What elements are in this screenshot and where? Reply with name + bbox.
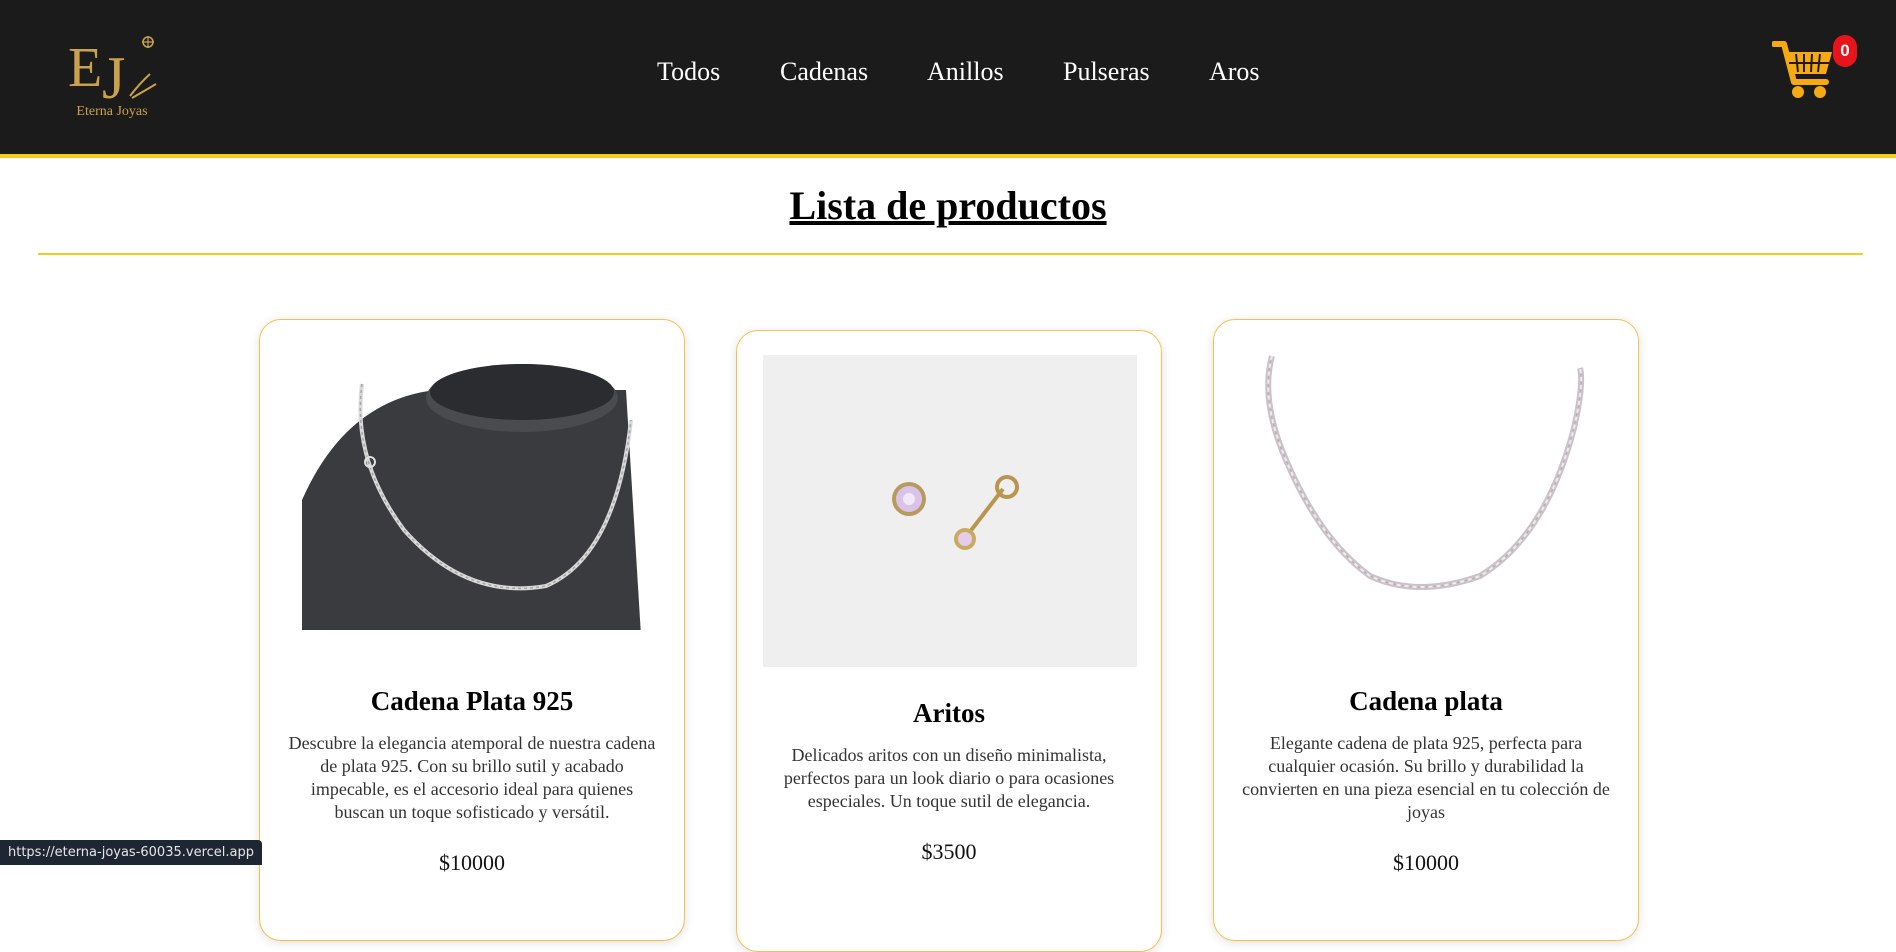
nav-item-anillos[interactable]: Anillos <box>927 57 1004 87</box>
product-title: Aritos <box>913 698 985 728</box>
product-card-cadena-plata-925[interactable]: Cadena Plata 925 Descubre la elegancia a… <box>259 319 685 941</box>
product-price: $10000 <box>1393 850 1459 875</box>
product-image[interactable] <box>286 340 660 652</box>
silver-chain-image <box>1240 340 1614 652</box>
page-title: Lista de productos <box>789 183 1107 228</box>
shopping-cart-icon[interactable] <box>1772 38 1836 102</box>
cart-count-badge: 0 <box>1833 35 1857 67</box>
product-description: Descubre la elegancia atemporal de nuest… <box>288 733 656 822</box>
nav-item-pulseras[interactable]: Pulseras <box>1063 57 1150 87</box>
earrings-image <box>763 355 1137 667</box>
product-title: Cadena plata <box>1349 686 1503 716</box>
top-navbar: E J Eterna Joyas Todos Cadenas Anillos P… <box>0 0 1896 158</box>
product-card-cadena-plata[interactable]: Cadena plata Elegante cadena de plata 92… <box>1213 319 1639 941</box>
nav-item-todos[interactable]: Todos <box>657 57 720 87</box>
product-image[interactable] <box>1240 340 1614 652</box>
nav-item-aros[interactable]: Aros <box>1209 57 1260 87</box>
product-price: $10000 <box>439 850 505 875</box>
nav-item-cadenas[interactable]: Cadenas <box>780 57 868 87</box>
link-preview-status: https://eterna-joyas-60035.vercel.app <box>0 840 262 865</box>
product-card-aritos[interactable]: Aritos Delicados aritos con un diseño mi… <box>736 330 1162 952</box>
product-description: Delicados aritos con un diseño minimalis… <box>783 745 1115 811</box>
necklace-on-bust-image <box>286 340 660 652</box>
product-price: $3500 <box>921 839 977 864</box>
brand-name: Eterna Joyas <box>76 104 148 119</box>
product-description: Elegante cadena de plata 925, perfecta p… <box>1242 733 1610 822</box>
title-divider <box>38 253 1863 255</box>
product-image[interactable] <box>763 355 1137 667</box>
main-nav: Todos Cadenas Anillos Pulseras Aros <box>0 57 1896 93</box>
product-title: Cadena Plata 925 <box>370 686 574 716</box>
